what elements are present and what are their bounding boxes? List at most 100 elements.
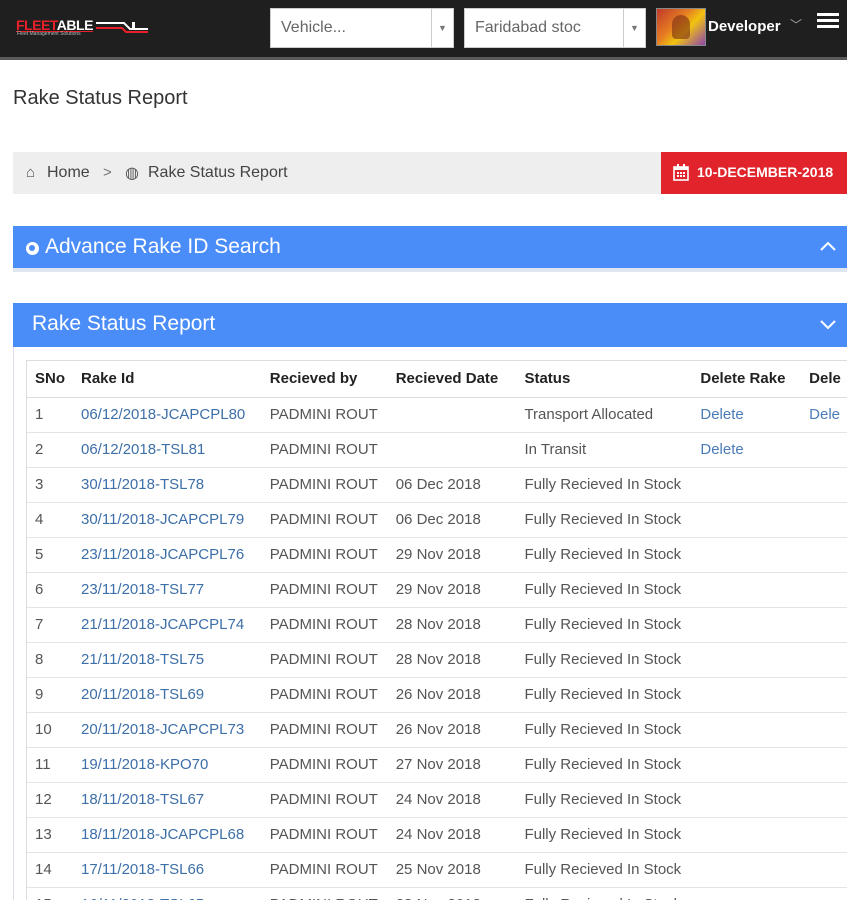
chevron-down-icon[interactable]: [819, 319, 837, 331]
chevron-up-icon[interactable]: [819, 240, 837, 252]
cell-sno: 11: [27, 746, 73, 782]
cell-received-date: 25 Nov 2018: [387, 851, 517, 887]
cell-status: Fully Recieved In Stock: [516, 606, 693, 642]
chevron-down-icon[interactable]: ﹀: [790, 16, 802, 33]
fleetable-logo[interactable]: FLEETABLE Fleet Management Solutions: [16, 17, 156, 39]
cell-delete-rake: [692, 746, 802, 782]
avatar[interactable]: [656, 8, 706, 46]
top-navbar: FLEETABLE Fleet Management Solutions Veh…: [0, 0, 847, 60]
hamburger-menu-icon[interactable]: [817, 13, 839, 31]
cell-received-date: [387, 431, 517, 467]
cell-delete-2: [801, 536, 847, 572]
user-name[interactable]: Developer: [708, 18, 781, 35]
cell-sno: 3: [27, 466, 73, 502]
cell-rake-id[interactable]: 20/11/2018-TSL69: [73, 676, 262, 712]
delete-link[interactable]: Dele: [801, 396, 847, 432]
cell-delete-2: [801, 816, 847, 852]
cell-rake-id[interactable]: 06/12/2018-JCAPCPL80: [73, 396, 262, 432]
cell-sno: 10: [27, 711, 73, 747]
cell-rake-id[interactable]: 21/11/2018-JCAPCPL74: [73, 606, 262, 642]
cell-status: Fully Recieved In Stock: [516, 746, 693, 782]
date-badge[interactable]: 10-DECEMBER-2018: [661, 152, 847, 194]
cell-received-date: 26 Nov 2018: [387, 711, 517, 747]
cell-rake-id[interactable]: 23/11/2018-TSL77: [73, 571, 262, 607]
cell-sno: 4: [27, 501, 73, 537]
table-row: 1516/11/2018-TSL65PADMINI ROUT23 Nov 201…: [27, 886, 847, 900]
rake-table-container[interactable]: SNo Rake Id Recieved by Recieved Date St…: [26, 360, 847, 900]
cell-received-by: PADMINI ROUT: [261, 781, 388, 817]
table-row: 9 20/11/2018-TSL69 PADMINI ROUT 26 Nov 2018…: [27, 676, 847, 712]
cell-sno: 13: [27, 816, 73, 852]
delete-link[interactable]: Delete: [692, 396, 802, 432]
cell-rake-id[interactable]: 30/11/2018-TSL78: [73, 466, 262, 502]
col-header-received-by: Recieved by: [261, 361, 388, 398]
cell-rake-id[interactable]: 30/11/2018-JCAPCPL79: [73, 501, 262, 537]
table-row: 5 23/11/2018-JCAPCPL76 PADMINI ROUT 29 Nov …: [27, 536, 847, 572]
cell-delete-2: [801, 466, 847, 502]
col-header-status: Status: [516, 361, 693, 398]
cell-received-by: PADMINI ROUT: [261, 816, 388, 852]
cell-delete-rake: [692, 851, 802, 887]
breadcrumb-current: Rake Status Report: [148, 164, 288, 181]
cell-status: Fully Recieved In Stock: [516, 886, 693, 900]
train-icon: [96, 22, 148, 33]
cell-status: Fully Recieved In Stock: [516, 571, 693, 607]
table-row: 8 21/11/2018-TSL75 PADMINI ROUT 28 Nov 2018…: [27, 641, 847, 677]
home-icon: ⌂: [26, 164, 36, 181]
stock-location-select[interactable]: Faridabad stoc ▼: [464, 8, 646, 48]
cell-received-date: 27 Nov 2018: [387, 746, 517, 782]
report-panel-body: SNo Rake Id Recieved by Recieved Date St…: [13, 347, 847, 900]
breadcrumb-home-link[interactable]: Home: [47, 164, 90, 182]
advance-search-panel-header[interactable]: Advance Rake ID Search: [13, 226, 847, 272]
report-panel-header[interactable]: Rake Status Report: [13, 303, 847, 347]
cell-delete-2: [801, 676, 847, 712]
cell-received-date: 24 Nov 2018: [387, 816, 517, 852]
cell-rake-id[interactable]: 17/11/2018-TSL66: [73, 851, 262, 887]
cell-received-by: PADMINI ROUT: [261, 746, 388, 782]
cell-received-date: [387, 396, 517, 432]
cell-received-by: PADMINI ROUT: [261, 431, 388, 467]
cell-received-date: 28 Nov 2018: [387, 606, 517, 642]
breadcrumb-separator: >: [103, 164, 112, 181]
cell-received-date: 26 Nov 2018: [387, 676, 517, 712]
cell-rake-id[interactable]: 21/11/2018-TSL75: [73, 641, 262, 677]
cell-rake-id[interactable]: 20/11/2018-JCAPCPL73: [73, 711, 262, 747]
cell-delete-rake: [692, 886, 802, 900]
col-header-delete-rake: Delete Rake: [692, 361, 802, 398]
delete-link[interactable]: Delete: [692, 431, 802, 467]
cell-received-date: 06 Dec 2018: [387, 501, 517, 537]
cell-delete-2: [801, 711, 847, 747]
cell-rake-id[interactable]: 18/11/2018-JCAPCPL68: [73, 816, 262, 852]
table-row: 7 21/11/2018-JCAPCPL74 PADMINI ROUT 28 Nov …: [27, 606, 847, 642]
cell-rake-id[interactable]: 06/12/2018-TSL81: [73, 431, 262, 467]
table-row: 10 20/11/2018-JCAPCPL73 PADMINI ROUT 26 Nov…: [27, 711, 847, 747]
caret-down-icon[interactable]: ▼: [431, 9, 453, 47]
cell-rake-id[interactable]: 23/11/2018-JCAPCPL76: [73, 536, 262, 572]
table-row: 13 18/11/2018-JCAPCPL68 PADMINI ROUT 24 Nov…: [27, 816, 847, 852]
cell-received-date: 06 Dec 2018: [387, 466, 517, 502]
cell-received-date: 29 Nov 2018: [387, 571, 517, 607]
vehicle-select[interactable]: Vehicle... ▼: [270, 8, 454, 48]
cell-sno: 8: [27, 641, 73, 677]
cell-status: In Transit: [516, 431, 693, 467]
cell-rake-id[interactable]: 18/11/2018-TSL67: [73, 781, 262, 817]
cell-status: Fully Recieved In Stock: [516, 676, 693, 712]
cell-received-by: PADMINI ROUT: [261, 606, 388, 642]
cell-rake-id[interactable]: 16/11/2018-TSL65: [73, 886, 262, 900]
cell-delete-2: [801, 431, 847, 467]
cell-delete-rake: [692, 536, 802, 572]
globe-icon: [26, 242, 39, 255]
cell-received-by: PADMINI ROUT: [261, 851, 388, 887]
table-row: 1 06/12/2018-JCAPCPL80 PADMINI ROUT Transpo…: [27, 396, 847, 432]
cell-received-date: 28 Nov 2018: [387, 641, 517, 677]
caret-down-icon[interactable]: ▼: [623, 9, 645, 47]
col-header-sno: SNo: [27, 361, 73, 398]
cell-rake-id[interactable]: 19/11/2018-KPO70: [73, 746, 262, 782]
col-header-rake-id: Rake Id: [73, 361, 262, 398]
cell-status: Fully Recieved In Stock: [516, 711, 693, 747]
cell-status: Fully Recieved In Stock: [516, 851, 693, 887]
cell-sno: 12: [27, 781, 73, 817]
cell-delete-rake: [692, 466, 802, 502]
table-row: 12 18/11/2018-TSL67 PADMINI ROUT 24 Nov 201…: [27, 781, 847, 817]
table-row: 4 30/11/2018-JCAPCPL79 PADMINI ROUT 06 Dec …: [27, 501, 847, 537]
